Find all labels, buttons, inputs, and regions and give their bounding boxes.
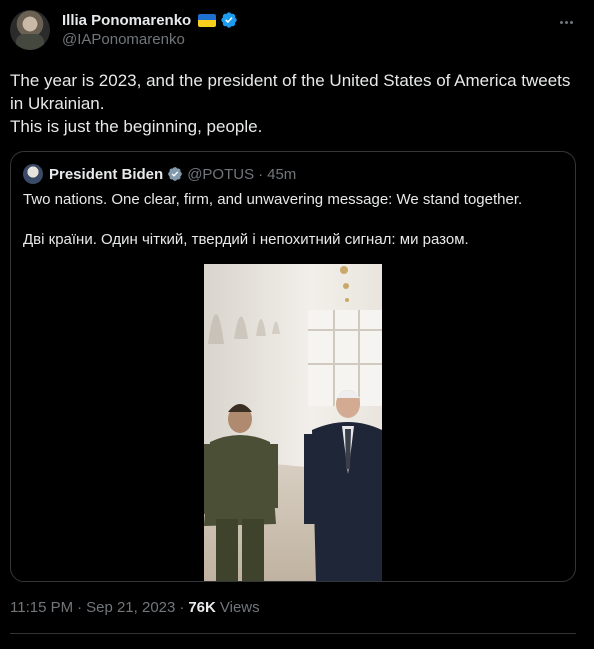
photo-two-presidents-walking[interactable] [204,264,382,581]
author-display-name[interactable]: Illia Ponomarenko [62,12,191,29]
separator-dot: · [77,599,83,616]
tweet-text: The year is 2023, and the president of t… [10,69,580,138]
photo-illustration [204,264,382,581]
tweet-date[interactable]: Sep 21, 2023 [86,599,175,616]
verified-badge-icon[interactable] [220,11,238,29]
author-name-row: Illia Ponomarenko [62,10,238,30]
quoted-tweet[interactable]: President Biden @POTUS · 45m Two nations… [10,151,576,582]
views-label: Views [219,599,260,616]
divider [10,633,576,634]
ukraine-flag-icon [198,13,217,27]
quoted-paragraph: Дві країни. Один чіткий, твердий і непох… [23,231,469,248]
tweet-meta: 11:15 PM · Sep 21, 2023 · 76K Views [10,599,260,616]
quoted-author-display-name: President Biden [49,165,164,183]
views-count[interactable]: 76K [188,599,216,616]
quoted-paragraph: Two nations. One clear, firm, and unwave… [23,191,523,208]
more-options-icon[interactable] [556,12,576,32]
tweet-text-line: The year is 2023, and the president of t… [10,71,571,113]
author-handle[interactable]: @IAPonomarenko [62,31,185,48]
author-avatar[interactable] [10,10,50,50]
tweet: Illia Ponomarenko @IAPonomarenko The yea… [0,0,594,649]
quoted-tweet-text: Two nations. One clear, firm, and unwave… [23,190,563,270]
tweet-text-line: This is just the beginning, people. [10,117,263,136]
separator-dot: · [179,599,185,616]
separator-dot: · [258,165,264,183]
tweet-time[interactable]: 11:15 PM [10,599,73,616]
quoted-tweet-time: 45m [267,165,297,183]
verified-badge-gray-icon [168,167,183,181]
quoted-author-avatar [23,164,43,184]
quoted-author-handle: @POTUS [187,165,255,183]
quoted-tweet-header: President Biden @POTUS · 45m [23,164,296,184]
